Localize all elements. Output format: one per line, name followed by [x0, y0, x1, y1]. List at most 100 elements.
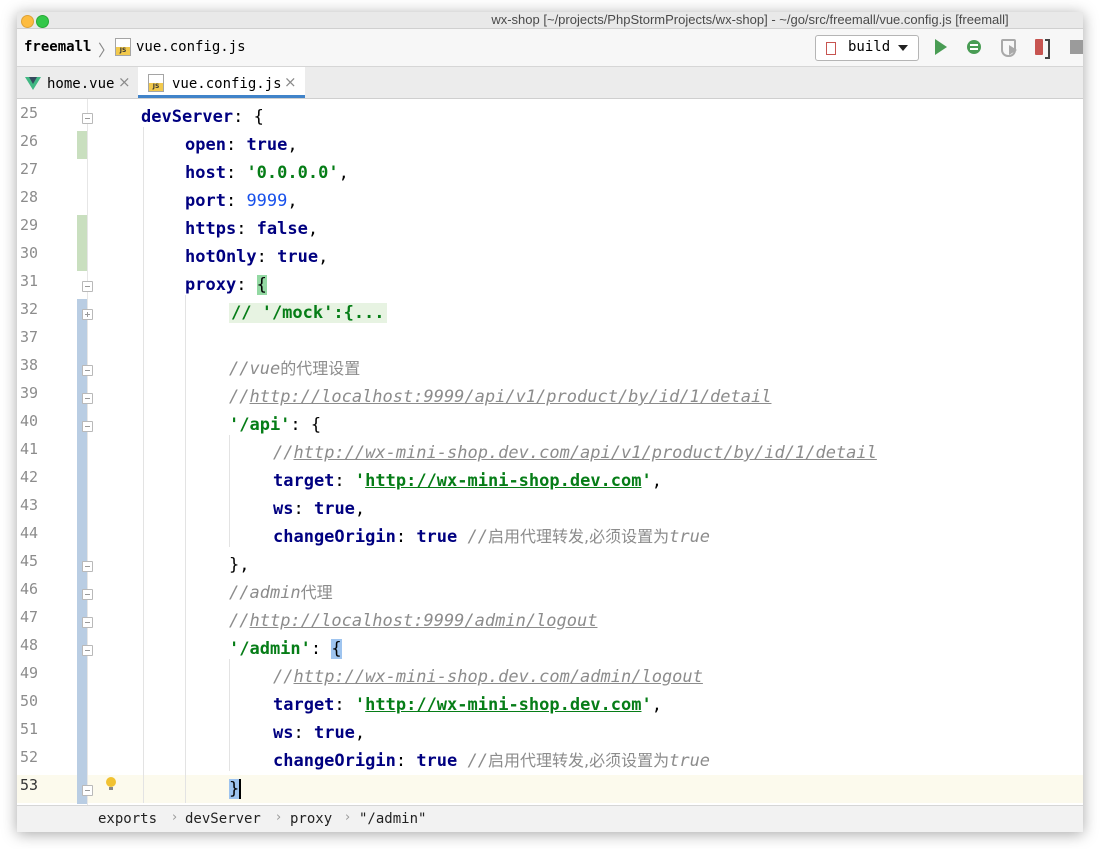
token-punct: :: [256, 247, 278, 267]
stop-icon[interactable]: [1068, 37, 1083, 57]
token-punct: },: [229, 555, 250, 575]
breadcrumb-file[interactable]: vue.config.js: [136, 39, 246, 55]
line-number[interactable]: 30: [20, 239, 38, 267]
token-punct: :: [310, 639, 332, 659]
token-punct: :: [334, 471, 355, 491]
matched-brace: {: [331, 639, 342, 659]
line-number[interactable]: 28: [20, 183, 38, 211]
token-punct: :: [293, 499, 314, 519]
fold-icon[interactable]: [82, 281, 93, 292]
ide-window: wx-shop [~/projects/PhpStormProjects/wx-…: [17, 12, 1083, 832]
line-number[interactable]: 29: [20, 211, 38, 239]
caret-line-highlight: [17, 775, 1083, 803]
code-line-45: },: [229, 551, 249, 579]
token-key: host: [185, 163, 226, 183]
debug-icon[interactable]: [964, 37, 984, 57]
profile-icon[interactable]: [1033, 37, 1053, 59]
comment-link[interactable]: http://wx-mini-shop.dev.com/admin/logout: [293, 667, 702, 687]
line-number[interactable]: 47: [20, 603, 38, 631]
token-comment: //: [229, 359, 250, 379]
indent-guide: [185, 295, 186, 803]
line-number-gutter[interactable]: 25 26 27 28 29 30 31 32 37 38 39 40 41 42 43 44 45 46 47 48…: [17, 99, 77, 805]
title-bar: wx-shop [~/projects/PhpStormProjects/wx-…: [17, 12, 1083, 29]
fold-icon[interactable]: [82, 113, 93, 124]
token-comment: 启用代理转发,必须设置为: [488, 527, 670, 546]
token-comment: 启用代理转发,必须设置为: [488, 751, 670, 770]
code-editor[interactable]: 25 26 27 28 29 30 31 32 37 38 39 40 41 42 43 44 45 46 47 48…: [17, 99, 1083, 805]
comment-link[interactable]: http://localhost:9999/admin/logout: [249, 611, 597, 631]
line-number[interactable]: 48: [20, 631, 38, 659]
line-number[interactable]: 27: [20, 155, 38, 183]
line-number[interactable]: 26: [20, 127, 38, 155]
tab-home-vue[interactable]: home.vue ×: [17, 67, 138, 98]
fold-icon[interactable]: [82, 365, 93, 376]
token-value: false: [256, 219, 308, 239]
line-number[interactable]: 53: [20, 771, 38, 799]
line-number[interactable]: 50: [20, 687, 38, 715]
token-key: target: [273, 471, 335, 491]
lightbulb-icon[interactable]: [106, 777, 116, 790]
token-string: '/api': [229, 415, 291, 435]
token-key: ws: [273, 723, 294, 743]
token-key: https: [185, 219, 237, 239]
comment-link[interactable]: http://wx-mini-shop.dev.com/api/v1/produ…: [293, 443, 876, 463]
code-line-53: }: [229, 775, 242, 803]
line-number[interactable]: 51: [20, 715, 38, 743]
fold-icon[interactable]: [82, 589, 93, 600]
token-comment: //: [273, 443, 294, 463]
breadcrumb-project[interactable]: freemall: [24, 39, 91, 55]
line-number[interactable]: 37: [20, 323, 38, 351]
tab-vue-config-js[interactable]: JS vue.config.js ×: [138, 67, 305, 98]
breadcrumb-admin[interactable]: "/admin": [359, 811, 426, 827]
fold-icon[interactable]: [82, 561, 93, 572]
code-line-51: ws: true,: [273, 719, 365, 747]
expand-icon[interactable]: [82, 309, 93, 320]
token-punct: :: [225, 163, 247, 183]
line-number[interactable]: 52: [20, 743, 38, 771]
fold-icon[interactable]: [82, 617, 93, 628]
change-marker[interactable]: [77, 215, 87, 271]
token-key: ws: [273, 499, 294, 519]
breadcrumb-proxy[interactable]: proxy: [290, 811, 332, 827]
line-number[interactable]: 46: [20, 575, 38, 603]
token-punct: :: [395, 527, 417, 547]
code-line-29: https: false,: [185, 215, 318, 243]
token-comment: //: [229, 583, 250, 603]
token-comment: //: [273, 667, 294, 687]
breadcrumb-bar: exports › devServer › proxy › "/admin": [17, 805, 1083, 832]
coverage-icon[interactable]: [998, 37, 1018, 57]
line-number[interactable]: 41: [20, 435, 38, 463]
fold-icon[interactable]: [82, 393, 93, 404]
code-line-32[interactable]: // '/mock':{...: [229, 299, 387, 327]
line-number[interactable]: 42: [20, 463, 38, 491]
breadcrumb-exports[interactable]: exports: [98, 811, 157, 827]
line-number[interactable]: 39: [20, 379, 38, 407]
line-number[interactable]: 43: [20, 491, 38, 519]
comment-link[interactable]: http://localhost:9999/api/v1/product/by/…: [249, 387, 771, 407]
line-number[interactable]: 38: [20, 351, 38, 379]
folded-region[interactable]: // '/mock':{...: [229, 303, 387, 323]
line-number[interactable]: 25: [20, 99, 38, 127]
line-number[interactable]: 44: [20, 519, 38, 547]
line-number[interactable]: 49: [20, 659, 38, 687]
line-number[interactable]: 45: [20, 547, 38, 575]
change-marker[interactable]: [77, 131, 87, 159]
line-number[interactable]: 40: [20, 407, 38, 435]
token-value: true: [416, 527, 458, 547]
string-link[interactable]: http://wx-mini-shop.dev.com: [365, 471, 641, 491]
fold-icon[interactable]: [82, 645, 93, 656]
run-configuration-select[interactable]: build: [815, 35, 919, 61]
line-number[interactable]: 32: [20, 295, 38, 323]
run-icon[interactable]: [931, 37, 951, 57]
breadcrumb-devserver[interactable]: devServer: [185, 811, 261, 827]
vue-icon: [25, 77, 41, 90]
fold-icon[interactable]: [82, 421, 93, 432]
close-icon[interactable]: ×: [118, 73, 131, 91]
string-link[interactable]: http://wx-mini-shop.dev.com: [365, 695, 641, 715]
line-number[interactable]: 31: [20, 267, 38, 295]
navigation-bar: freemall 〉 JS vue.config.js build: [17, 29, 1083, 67]
close-icon[interactable]: ×: [284, 73, 297, 91]
token-key: changeOrigin: [273, 527, 396, 547]
fold-icon[interactable]: [82, 785, 93, 796]
